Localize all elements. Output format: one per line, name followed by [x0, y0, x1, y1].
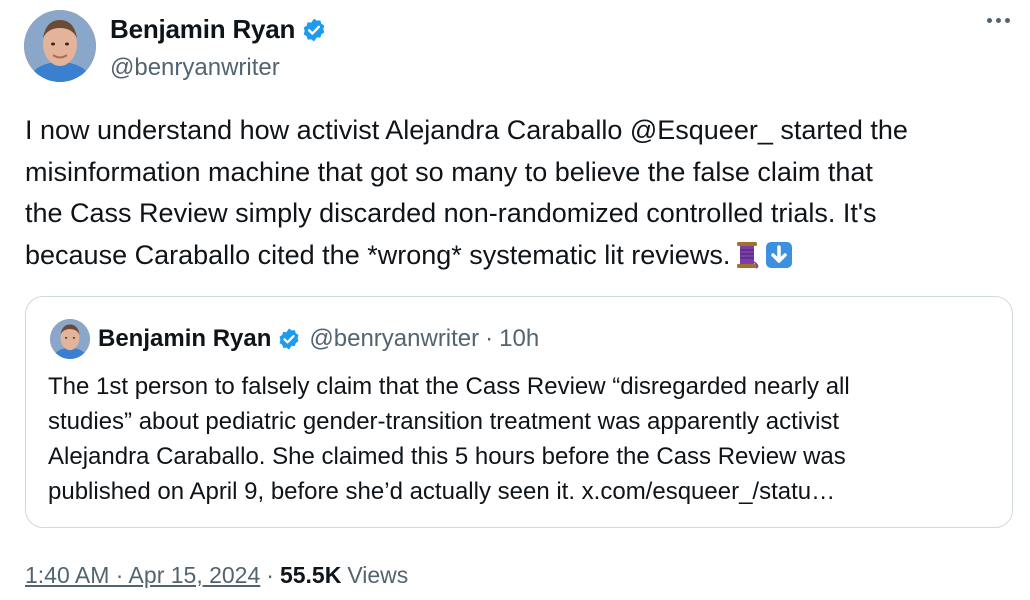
quote-line: published on April 9, before she’d actua…: [48, 478, 836, 505]
avatar[interactable]: [24, 10, 96, 82]
quote-tweet-card[interactable]: Benjamin Ryan @benryanwriter · 10h The 1…: [25, 296, 1013, 528]
quote-avatar[interactable]: [50, 319, 90, 359]
quote-timestamp[interactable]: 10h: [499, 325, 539, 353]
thread-spool-emoji-icon: [732, 240, 762, 283]
more-options-icon[interactable]: [987, 18, 1010, 23]
quote-author-handle[interactable]: @benryanwriter: [309, 325, 479, 353]
quote-author-name[interactable]: Benjamin Ryan: [98, 325, 271, 353]
quote-text: The 1st person to falsely claim that the…: [48, 369, 998, 509]
quote-header: Benjamin Ryan @benryanwriter · 10h: [98, 325, 539, 353]
quote-line: Alejandra Caraballo. She claimed this 5 …: [48, 443, 846, 470]
quote-avatar-photo: [50, 319, 90, 359]
down-arrow-emoji-icon: [764, 240, 794, 283]
tweet-line-text: because Caraballo cited the *wrong* syst…: [25, 239, 731, 270]
tweet-line: the Cass Review simply discarded non-ran…: [25, 198, 877, 228]
tweet-line: misinformation machine that got so many …: [25, 156, 873, 187]
tweet-line: I now understand how activist Alejandra …: [25, 115, 908, 145]
avatar-photo: [24, 10, 96, 82]
tweet-timestamp[interactable]: 1:40 AM · Apr 15, 2024: [25, 562, 260, 589]
quote-line: studies” about pediatric gender-transiti…: [48, 408, 840, 435]
author-name[interactable]: Benjamin Ryan: [110, 14, 327, 45]
author-handle[interactable]: @benryanwriter: [110, 54, 280, 82]
quote-line: The 1st person to falsely claim that the…: [48, 373, 850, 400]
tweet-line-last: because Caraballo cited the *wrong* syst…: [25, 235, 1015, 283]
views-count: 55.5K: [279, 562, 342, 588]
views-label: Views: [347, 562, 409, 588]
quote-verified-badge-icon: [277, 327, 301, 351]
tweet-text: I now understand how activist Alejandra …: [25, 110, 1015, 282]
author-name-text: Benjamin Ryan: [110, 14, 296, 44]
tweet-meta: 1:40 AM · Apr 15, 2024 · 55.5K Views: [25, 562, 408, 589]
verified-badge-icon: [301, 17, 327, 43]
quote-separator: ·: [485, 325, 494, 352]
meta-separator: ·: [266, 562, 274, 588]
